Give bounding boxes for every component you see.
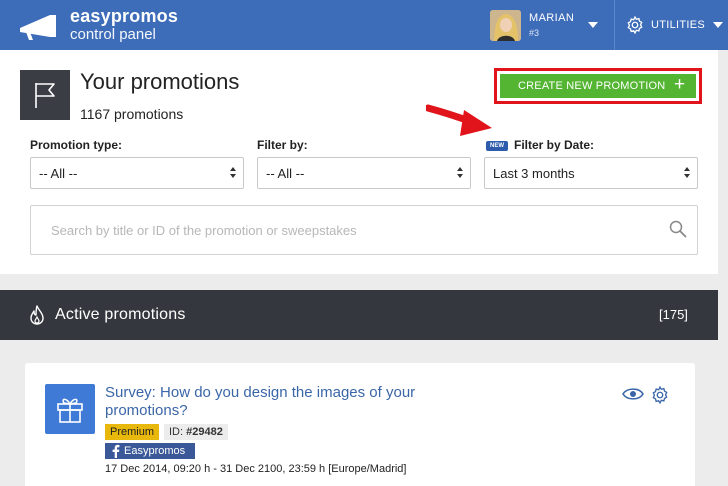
- id-value: #29482: [186, 426, 223, 438]
- facebook-icon: [112, 444, 120, 458]
- select-arrows-icon: [230, 167, 236, 179]
- search-icon[interactable]: [669, 220, 687, 238]
- promotion-type-select[interactable]: -- All --: [30, 157, 244, 189]
- flag-icon: [35, 83, 55, 108]
- chevron-down-icon: [588, 22, 598, 28]
- page-title: Your promotions: [80, 69, 240, 94]
- new-badge: NEW: [486, 141, 508, 151]
- id-label: ID:: [169, 426, 184, 438]
- gift-icon: [57, 398, 83, 423]
- eye-icon[interactable]: [622, 386, 644, 402]
- filter-by-select[interactable]: -- All --: [257, 157, 471, 189]
- page-icon-box: [20, 70, 70, 120]
- user-number: #3: [529, 28, 540, 38]
- promotion-id-badge: ID: #29482: [164, 424, 228, 440]
- red-arrow-annotation: [426, 104, 492, 136]
- search-placeholder: Search by title or ID of the promotion o…: [51, 223, 357, 238]
- user-menu[interactable]: MARIAN #3: [486, 0, 614, 50]
- megaphone-icon[interactable]: [18, 11, 62, 41]
- filter-date-label: Filter by Date:: [514, 138, 595, 152]
- facebook-page-name: Easypromos: [124, 445, 186, 457]
- utilities-label: UTILITIES: [651, 19, 706, 31]
- promotion-type-value: -- All --: [39, 166, 78, 181]
- plan-badge: Premium: [105, 424, 160, 440]
- create-promotion-label: CREATE NEW PROMOTION: [518, 80, 666, 92]
- brand[interactable]: easypromos control panel: [70, 6, 178, 44]
- promotion-icon-box: [45, 384, 95, 434]
- gear-icon: [627, 15, 643, 35]
- promotion-dates: 17 Dec 2014, 09:20 h - 31 Dec 2100, 23:5…: [105, 463, 407, 475]
- utilities-menu[interactable]: UTILITIES: [615, 0, 728, 50]
- select-arrows-icon: [457, 167, 463, 179]
- search-input[interactable]: Search by title or ID of the promotion o…: [30, 205, 698, 255]
- promotion-title-link[interactable]: Survey: How do you design the images of …: [105, 384, 465, 420]
- filter-by-label: Filter by:: [257, 138, 308, 152]
- brand-subtitle: control panel: [70, 26, 156, 43]
- select-arrows-icon: [684, 167, 690, 179]
- create-promotion-button[interactable]: CREATE NEW PROMOTION +: [500, 74, 696, 98]
- facebook-page-badge[interactable]: Easypromos: [105, 443, 195, 459]
- filter-date-value: Last 3 months: [493, 166, 575, 181]
- chevron-down-icon: [713, 22, 723, 28]
- top-navbar: easypromos control panel MARIAN #3 UTILI…: [0, 0, 728, 50]
- promotion-card: Survey: How do you design the images of …: [25, 363, 695, 486]
- active-promotions-count: [175]: [659, 307, 688, 322]
- highlight-frame: CREATE NEW PROMOTION +: [494, 68, 702, 104]
- promotion-type-label: Promotion type:: [30, 138, 122, 152]
- active-promotions-header[interactable]: Active promotions [175]: [0, 290, 718, 340]
- settings-gear-icon[interactable]: [650, 385, 670, 405]
- active-promotions-label: Active promotions: [55, 306, 186, 323]
- promotion-count: 1167 promotions: [80, 106, 184, 122]
- brand-name: easypromos: [70, 6, 179, 26]
- fire-icon: [30, 305, 44, 325]
- filter-date-select[interactable]: Last 3 months: [484, 157, 698, 189]
- promotions-panel: Your promotions 1167 promotions CREATE N…: [0, 50, 718, 274]
- plus-icon: +: [674, 74, 686, 95]
- avatar: [490, 10, 521, 41]
- user-name: MARIAN: [529, 12, 575, 24]
- filter-by-value: -- All --: [266, 166, 305, 181]
